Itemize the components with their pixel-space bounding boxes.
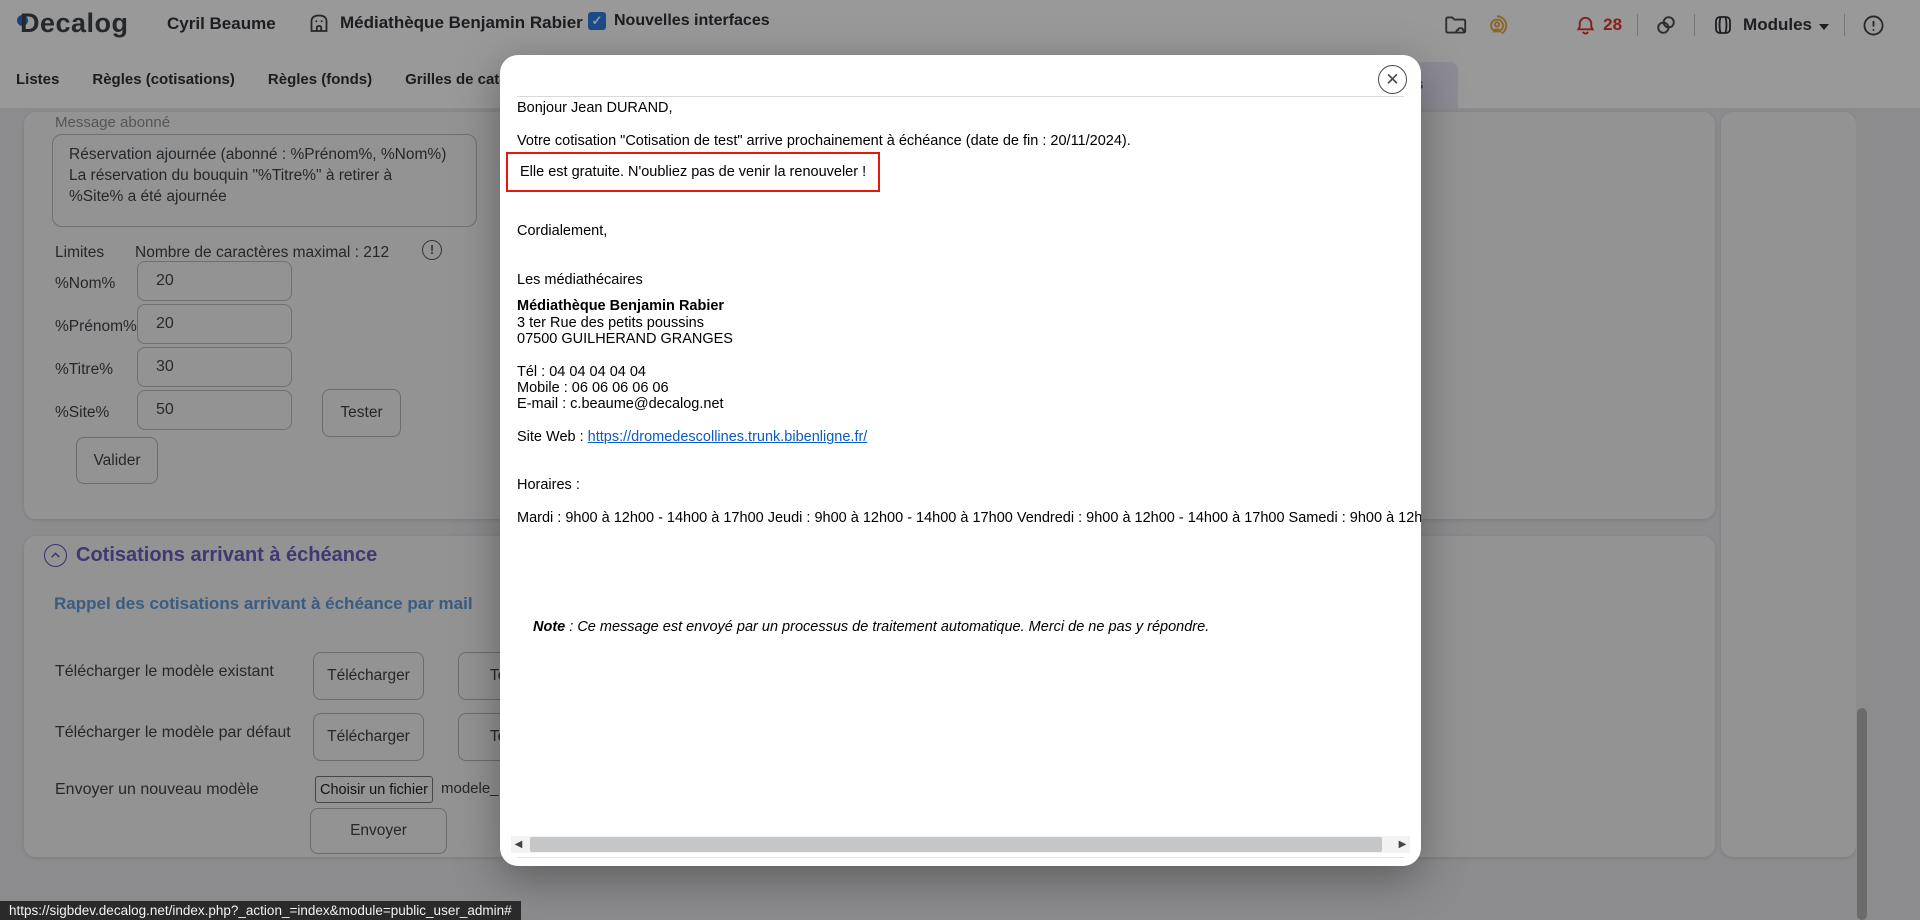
email-closing: Cordialement, bbox=[517, 223, 607, 239]
modal-header-divider bbox=[517, 96, 1404, 97]
email-signature: Les médiathécaires bbox=[517, 272, 643, 288]
email-hours: Mardi : 9h00 à 12h00 - 14h00 à 17h00 Jeu… bbox=[517, 510, 1421, 526]
email-address: E-mail : c.beaume@decalog.net bbox=[517, 396, 724, 412]
email-highlighted-line: Elle est gratuite. N'oubliez pas de veni… bbox=[506, 152, 880, 192]
scroll-left-arrow[interactable]: ◀ bbox=[511, 836, 526, 853]
close-icon[interactable]: ✕ bbox=[1378, 65, 1407, 94]
modal-bottom-divider bbox=[517, 857, 1404, 858]
email-preview-modal: ✕ Bonjour Jean DURAND, Votre cotisation … bbox=[500, 55, 1421, 866]
decalog-app: Decalog Cyril Beaume Médiathèque Benjami… bbox=[0, 0, 1920, 920]
email-greeting: Bonjour Jean DURAND, bbox=[517, 100, 673, 116]
email-address-line: 07500 GUILHERAND GRANGES bbox=[517, 331, 733, 347]
website-label: Site Web : bbox=[517, 429, 588, 445]
email-phone: Tél : 04 04 04 04 04 bbox=[517, 364, 646, 380]
note-label: Note bbox=[533, 619, 565, 635]
scroll-right-arrow[interactable]: ▶ bbox=[1395, 836, 1410, 853]
horizontal-scrollbar-thumb[interactable] bbox=[530, 837, 1382, 852]
email-body-line: Votre cotisation "Cotisation de test" ar… bbox=[517, 133, 1131, 149]
website-link[interactable]: https://dromedescollines.trunk.bibenlign… bbox=[588, 429, 868, 445]
email-hours-label: Horaires : bbox=[517, 477, 580, 493]
email-mobile: Mobile : 06 06 06 06 06 bbox=[517, 380, 669, 396]
email-website-row: Site Web : https://dromedescollines.trun… bbox=[517, 429, 867, 445]
horizontal-scrollbar-track[interactable] bbox=[526, 836, 1395, 853]
email-address-line: 3 ter Rue des petits poussins bbox=[517, 315, 704, 331]
email-org-name: Médiathèque Benjamin Rabier bbox=[517, 298, 724, 314]
email-note: Note : Ce message est envoyé par un proc… bbox=[533, 619, 1209, 635]
horizontal-scrollbar[interactable]: ◀ ▶ bbox=[511, 836, 1410, 853]
browser-status-url: https://sigbdev.decalog.net/index.php?_a… bbox=[0, 901, 521, 920]
note-text: : Ce message est envoyé par un processus… bbox=[565, 619, 1209, 635]
